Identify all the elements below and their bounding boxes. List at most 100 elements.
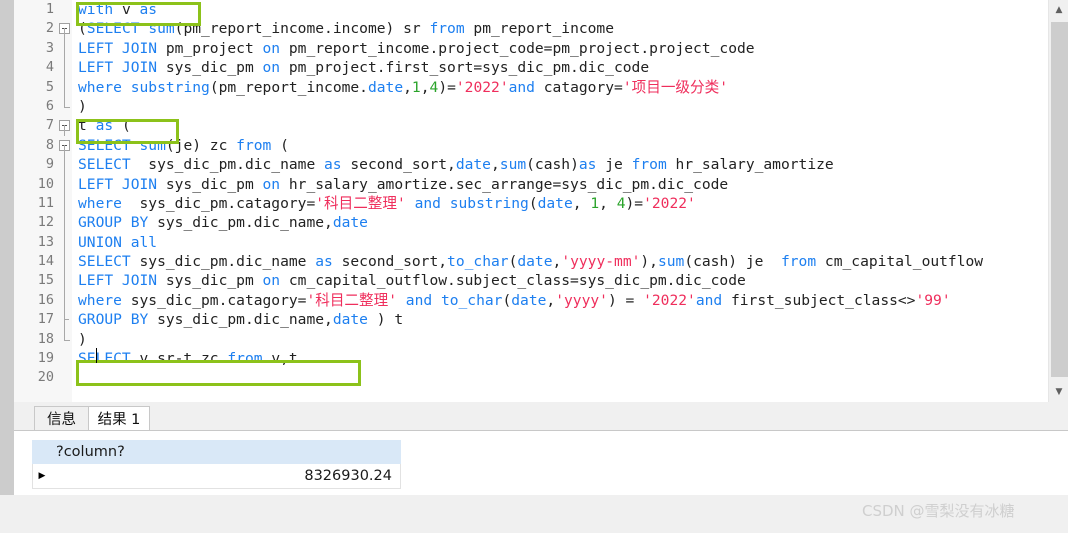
- code-line-text[interactable]: LEFT JOIN pm_project on pm_report_income…: [78, 39, 755, 58]
- code-line[interactable]: 3 LEFT JOIN pm_project on pm_report_incom…: [14, 38, 1048, 59]
- code-token-kw: LEFT JOIN: [78, 59, 158, 77]
- code-line[interactable]: 20: [14, 368, 1048, 387]
- code-line-text[interactable]: SELECT sys_dic_pm.dic_name as second_sor…: [78, 252, 983, 271]
- code-line-text[interactable]: SELECT v.sr-t.zc from v,t: [78, 349, 298, 368]
- code-line[interactable]: 15 LEFT JOIN sys_dic_pm on cm_capital_out…: [14, 271, 1048, 291]
- code-token-str: '科目二整理': [315, 194, 406, 212]
- code-token-plain: (cash) je: [684, 253, 781, 271]
- fold-cell[interactable]: [58, 19, 72, 39]
- fold-cell: [58, 0, 72, 19]
- code-token-plain: ,: [572, 194, 591, 212]
- fold-tick: [64, 319, 69, 321]
- tab-info[interactable]: 信息: [34, 406, 89, 431]
- code-token-kw: LEFT JOIN: [78, 175, 158, 193]
- code-line-text[interactable]: SELECT sys_dic_pm.dic_name as second_sor…: [78, 155, 834, 174]
- code-token-kw: on: [262, 59, 281, 77]
- code-line[interactable]: 9 SELECT sys_dic_pm.dic_name as second_so…: [14, 155, 1048, 175]
- code-token-str: 'yyyy': [555, 291, 608, 309]
- tab-result[interactable]: 结果 1: [88, 406, 150, 431]
- fold-cell: [58, 58, 72, 78]
- code-token-kw: sum: [499, 156, 527, 174]
- code-line[interactable]: 1 with v as: [14, 0, 1048, 19]
- code-line[interactable]: 10 LEFT JOIN sys_dic_pm on hr_salary_amor…: [14, 174, 1048, 194]
- code-token-kw: SELECT: [78, 253, 131, 271]
- sql-code-editor[interactable]: 1 with v as 2 (SELECT sum(pm_report_income.…: [14, 0, 1048, 402]
- line-number: 16: [37, 291, 54, 308]
- editor-vertical-scrollbar[interactable]: ▲ ▼: [1048, 0, 1068, 402]
- scroll-up-arrow-icon[interactable]: ▲: [1049, 0, 1068, 20]
- line-number: 9: [45, 156, 54, 173]
- code-line[interactable]: 5 where substring(pm_report_income.date,1…: [14, 77, 1048, 97]
- code-token-kw: LEFT JOIN: [78, 272, 158, 290]
- code-token-kw: as: [315, 253, 333, 271]
- code-token-plain: pm_report_income: [464, 20, 615, 38]
- result-grid[interactable]: ?column? ▶ 8326930.24: [32, 440, 401, 489]
- code-line[interactable]: 12 GROUP BY sys_dic_pm.dic_name,date: [14, 213, 1048, 233]
- code-line-text[interactable]: (SELECT sum(pm_report_income.income) sr …: [78, 19, 614, 38]
- results-tabbar[interactable]: 信息 结果 1: [14, 406, 1068, 431]
- code-line-text[interactable]: GROUP BY sys_dic_pm.dic_name,date: [78, 213, 368, 232]
- code-line-text[interactable]: SELECT sum(je) zc from (: [78, 136, 289, 155]
- scrollbar-thumb[interactable]: [1051, 22, 1068, 377]
- code-token-kw: as: [95, 117, 114, 135]
- fold-cell[interactable]: [58, 136, 72, 156]
- code-token-plain: (cash): [526, 156, 579, 174]
- code-token-kw: substring: [449, 194, 529, 212]
- code-token-plain: (: [528, 194, 538, 212]
- code-line[interactable]: 13 UNION all: [14, 232, 1048, 253]
- line-number: 2: [45, 20, 54, 37]
- code-line[interactable]: 17 GROUP BY sys_dic_pm.dic_name,date ) t: [14, 310, 1048, 330]
- code-token-plain: (: [271, 136, 289, 154]
- code-line[interactable]: 18): [14, 329, 1048, 349]
- code-line-text[interactable]: with v as: [78, 0, 157, 19]
- code-line[interactable]: 6): [14, 96, 1048, 116]
- code-lines-container[interactable]: 1 with v as 2 (SELECT sum(pm_report_income.…: [14, 0, 1048, 388]
- fold-cell: [58, 155, 72, 175]
- code-line-text[interactable]: GROUP BY sys_dic_pm.dic_name,date ) t: [78, 310, 403, 329]
- code-line-text[interactable]: t as (: [78, 116, 131, 135]
- code-token-plain: ,: [546, 291, 556, 309]
- code-token-kw: on: [262, 272, 281, 290]
- code-line-text[interactable]: where sys_dic_pm.catagory='科目二整理' and to…: [78, 291, 951, 310]
- line-number: 18: [37, 330, 54, 347]
- code-line[interactable]: 19 SELECT v.sr-t.zc from v,t: [14, 349, 1048, 368]
- cell-column-value[interactable]: 8326930.24: [51, 468, 400, 484]
- fold-guide-line: [64, 155, 65, 175]
- line-number: 19: [37, 350, 54, 367]
- line-number: 15: [37, 272, 54, 289]
- code-line[interactable]: 4 LEFT JOIN sys_dic_pm on pm_project.firs…: [14, 58, 1048, 78]
- code-line[interactable]: 14 SELECT sys_dic_pm.dic_name as second_s…: [14, 252, 1048, 272]
- code-line[interactable]: 7 t as (: [14, 116, 1048, 136]
- fold-cell[interactable]: [58, 116, 72, 136]
- code-line-text[interactable]: where sys_dic_pm.catagory='科目二整理' and su…: [78, 194, 696, 213]
- code-token-kw: and: [414, 194, 441, 212]
- code-line-text[interactable]: ): [78, 97, 87, 116]
- fold-cell: [58, 77, 72, 97]
- code-line-text[interactable]: LEFT JOIN sys_dic_pm on cm_capital_outfl…: [78, 271, 746, 290]
- table-row[interactable]: ▶ 8326930.24: [32, 464, 401, 489]
- code-token-kw: as: [324, 156, 342, 174]
- code-token-plain: (pm_report_income.income) sr: [174, 20, 430, 38]
- fold-guide-line: [64, 28, 65, 39]
- code-line-text[interactable]: where substring(pm_report_income.date,1,…: [78, 78, 728, 97]
- code-token-kw: date: [332, 214, 368, 232]
- code-line-text[interactable]: LEFT JOIN sys_dic_pm on hr_salary_amorti…: [78, 175, 728, 194]
- code-token-kw: on: [262, 39, 281, 57]
- code-line[interactable]: 2 (SELECT sum(pm_report_income.income) sr…: [14, 19, 1048, 39]
- code-token-kw: as: [578, 156, 597, 174]
- code-token-num: 1: [590, 194, 600, 212]
- code-line[interactable]: 8 SELECT sum(je) zc from (: [14, 136, 1048, 156]
- code-line-text[interactable]: ): [78, 330, 96, 349]
- code-token-kw: where: [78, 291, 122, 309]
- code-token-kw: sum: [148, 20, 175, 38]
- column-header-column[interactable]: ?column?: [50, 444, 401, 460]
- code-line-text[interactable]: UNION all: [78, 233, 157, 252]
- code-line[interactable]: 16 where sys_dic_pm.catagory='科目二整理' and …: [14, 290, 1048, 311]
- fold-cell: [58, 38, 72, 59]
- code-line-text[interactable]: LEFT JOIN sys_dic_pm on pm_project.first…: [78, 58, 649, 77]
- code-line[interactable]: 11 where sys_dic_pm.catagory='科目二整理' and …: [14, 193, 1048, 214]
- row-selector-arrow-icon[interactable]: ▶: [33, 464, 51, 488]
- scroll-down-arrow-icon[interactable]: ▼: [1049, 382, 1068, 402]
